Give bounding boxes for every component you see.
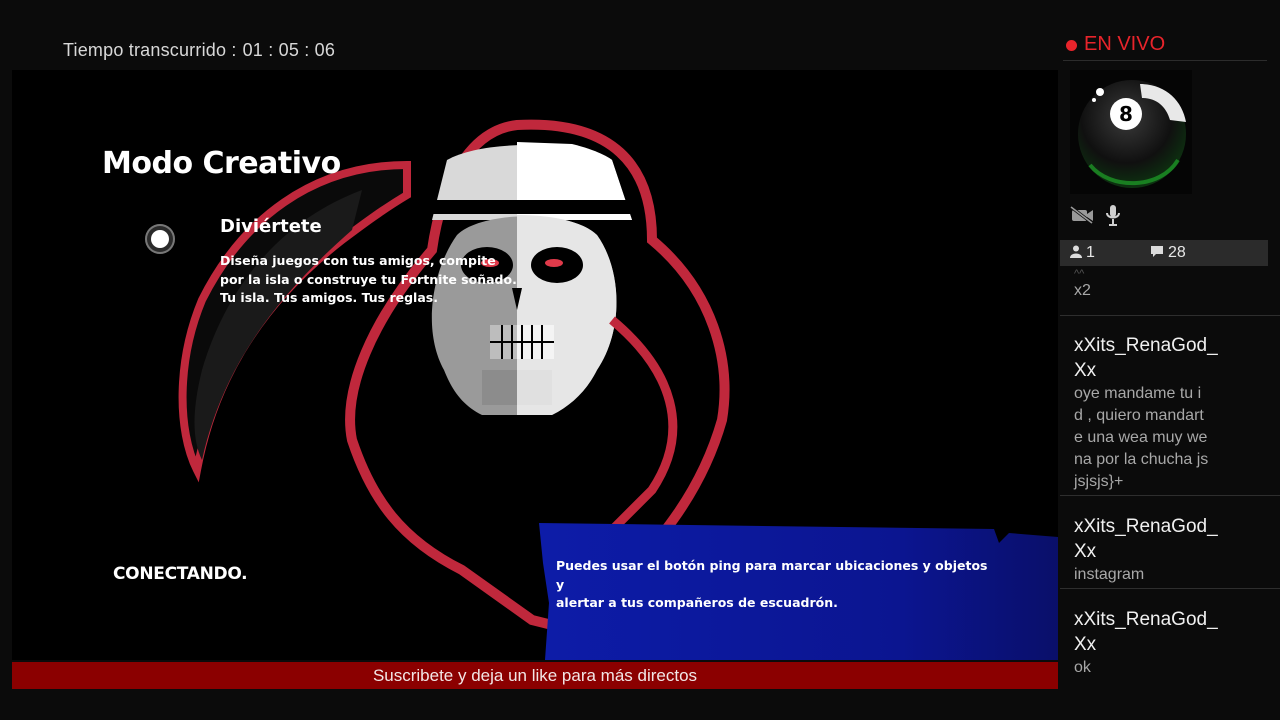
connection-status: CONECTANDO. <box>113 564 248 584</box>
chat-body-line: jsjsjs}+ <box>1074 473 1124 490</box>
chat-message: ^^ x2 <box>1060 268 1280 316</box>
viewer-count-value: 1 <box>1086 244 1095 261</box>
mode-title: Modo Creativo <box>102 146 341 181</box>
side-panel: EN VIVO 8 1 28 ^^ x2 xXits_RenaGod_ Xx o… <box>1060 0 1280 720</box>
chat-message: xXits_RenaGod_ Xx oye mandame tu i d , q… <box>1060 333 1280 496</box>
chat-username-line: Xx <box>1074 541 1097 562</box>
camera-off-icon <box>1070 206 1093 224</box>
chat-username: xXits_RenaGod_ Xx <box>1060 607 1280 657</box>
chat-body-line: na por la chucha js <box>1074 451 1209 468</box>
eight-ball-icon: 8 <box>1078 80 1186 188</box>
chat-username: xXits_RenaGod_ Xx <box>1060 514 1280 564</box>
chat-message-body: instagram <box>1060 564 1280 586</box>
chat-username-line: xXits_RenaGod_ <box>1074 609 1218 630</box>
comment-count: 28 <box>1150 244 1186 262</box>
viewer-count: 1 <box>1070 244 1095 262</box>
mode-radio-button[interactable] <box>145 224 175 254</box>
live-indicator: EN VIVO <box>1063 32 1267 61</box>
comment-count-value: 28 <box>1168 244 1186 261</box>
tip-line: Puedes usar el botón ping para marcar ub… <box>556 558 988 592</box>
stream-video[interactable]: Modo Creativo Diviértete Diseña juegos c… <box>12 70 1058 660</box>
chat-message: xXits_RenaGod_ Xx instagram <box>1060 514 1280 589</box>
chat-message-body: ok <box>1060 657 1280 679</box>
chat-body-line: e una wea muy we <box>1074 429 1208 446</box>
chat-body-line: ok <box>1074 659 1091 676</box>
chat-partial-text: ^^ <box>1074 268 1085 280</box>
elapsed-time: Tiempo transcurrido :01 : 05 : 06 <box>63 40 335 61</box>
chat-message-body: oye mandame tu i d , quiero mandart e un… <box>1060 383 1280 493</box>
option-title: Diviértete <box>220 216 322 237</box>
option-desc-line: Tu isla. Tus amigos. Tus reglas. <box>220 290 438 305</box>
ball-number: 8 <box>1119 102 1133 126</box>
chat-body-line: instagram <box>1074 566 1145 583</box>
option-desc-line: Diseña juegos con tus amigos, compite <box>220 253 496 268</box>
tip-box: Puedes usar el botón ping para marcar ub… <box>539 523 1058 660</box>
chat-username: xXits_RenaGod_ Xx <box>1060 333 1280 383</box>
elapsed-label: Tiempo transcurrido : <box>63 40 237 60</box>
option-description: Diseña juegos con tus amigos, compite po… <box>220 252 520 308</box>
chat-body-line: d , quiero mandart <box>1074 407 1204 424</box>
chat-list[interactable]: ^^ x2 xXits_RenaGod_ Xx oye mandame tu i… <box>1060 268 1280 720</box>
chat-message: xXits_RenaGod_ Xx ok <box>1060 607 1280 687</box>
chat-username-line: xXits_RenaGod_ <box>1074 335 1218 356</box>
tip-text: Puedes usar el botón ping para marcar ub… <box>556 557 996 613</box>
live-dot-icon <box>1066 40 1077 51</box>
option-desc-line: por la isla o construye tu Fortnite soña… <box>220 271 517 287</box>
chat-body-line: oye mandame tu i <box>1074 385 1202 402</box>
chat-username-line: Xx <box>1074 360 1097 381</box>
viewer-icon <box>1070 245 1082 258</box>
subscribe-banner: Suscribete y deja un like para más direc… <box>12 662 1058 689</box>
elapsed-value: 01 : 05 : 06 <box>242 40 336 60</box>
chat-username-line: xXits_RenaGod_ <box>1074 516 1218 537</box>
stream-stats: 1 28 <box>1060 240 1268 266</box>
avatar: 8 <box>1070 70 1192 194</box>
chat-message-body: x2 <box>1074 282 1091 299</box>
chat-username-line: Xx <box>1074 634 1097 655</box>
comment-icon <box>1151 246 1163 257</box>
live-label: EN VIVO <box>1084 33 1166 55</box>
tip-line: alertar a tus compañeros de escuadrón. <box>556 595 838 610</box>
microphone-icon <box>1106 205 1120 226</box>
